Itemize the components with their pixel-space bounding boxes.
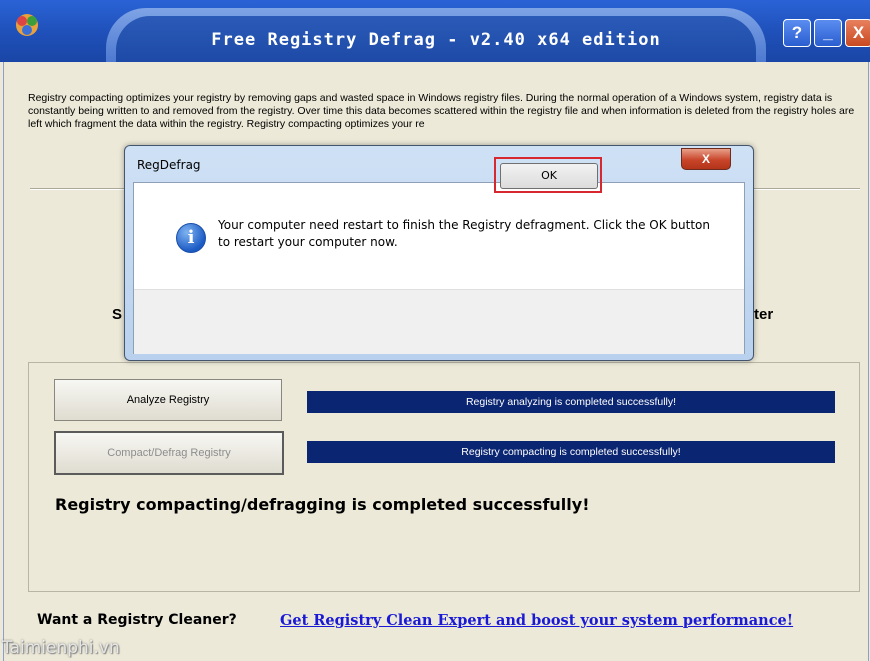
dialog-close-button[interactable]: X <box>681 148 731 170</box>
compact-status-bar: Registry compacting is completed success… <box>307 441 835 463</box>
partial-heading-left: S <box>112 306 123 323</box>
minimize-button[interactable]: _ <box>814 19 842 47</box>
analyze-registry-button[interactable]: Analyze Registry <box>54 379 282 421</box>
completed-message: Registry compacting/defragging is comple… <box>55 495 590 514</box>
title-bar[interactable]: Free Registry Defrag - v2.40 x64 edition… <box>0 0 870 62</box>
dialog-footer <box>134 289 744 354</box>
action-group: Analyze Registry Registry analyzing is c… <box>28 362 860 592</box>
dialog-message: Your computer need restart to finish the… <box>218 218 710 249</box>
close-button[interactable]: X <box>845 19 870 47</box>
watermark: Taimienphi.vn <box>2 638 120 658</box>
window-title: Free Registry Defrag - v2.40 x64 edition <box>211 30 661 50</box>
dialog-title: RegDefrag <box>137 158 201 172</box>
title-tab: Free Registry Defrag - v2.40 x64 edition <box>106 8 766 62</box>
cleaner-label: Want a Registry Cleaner? <box>37 612 237 628</box>
compact-defrag-button[interactable]: Compact/Defrag Registry <box>54 431 284 475</box>
partial-heading-right: ter <box>754 306 774 323</box>
help-button[interactable]: ? <box>783 19 811 47</box>
info-icon: i <box>176 223 206 253</box>
app-icon <box>16 14 38 36</box>
regdefrag-dialog: RegDefrag X i Your computer need restart… <box>124 145 754 361</box>
registry-clean-expert-link[interactable]: Get Registry Clean Expert and boost your… <box>280 612 793 629</box>
description-text: Registry compacting optimizes your regis… <box>28 92 855 130</box>
ok-button[interactable]: OK <box>500 163 598 189</box>
analyze-status-bar: Registry analyzing is completed successf… <box>307 391 835 413</box>
dialog-content: i Your computer need restart to finish t… <box>133 182 745 354</box>
